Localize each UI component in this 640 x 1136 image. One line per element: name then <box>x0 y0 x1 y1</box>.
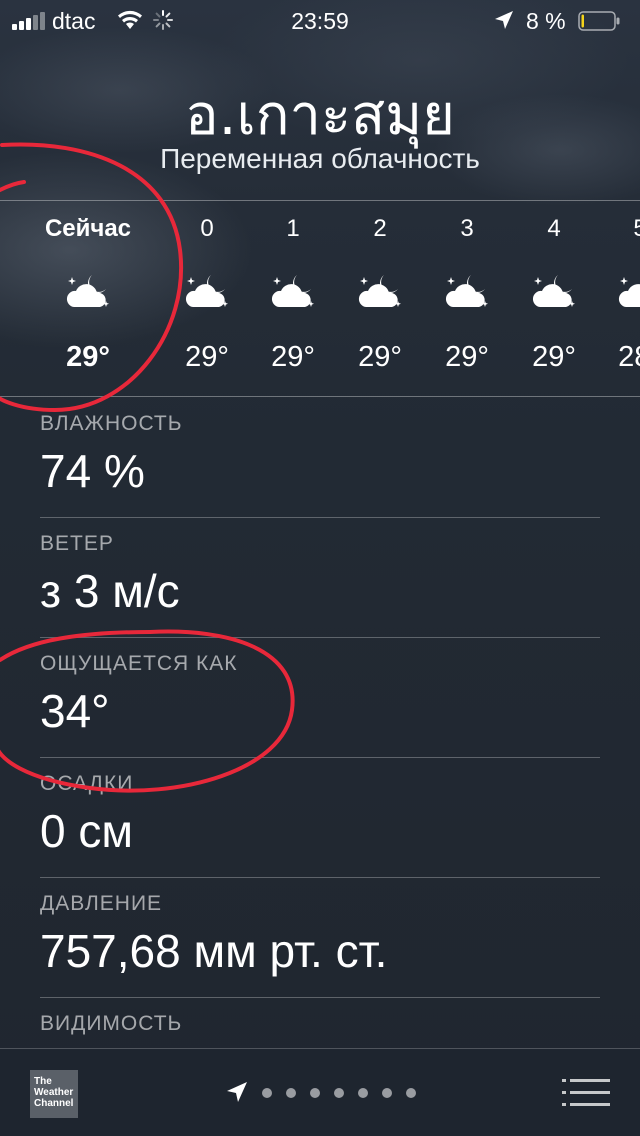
partly-cloudy-night-icon <box>271 275 314 307</box>
hour-temperature: 29° <box>445 341 489 373</box>
battery-icon <box>578 11 620 31</box>
page-dot[interactable] <box>334 1088 344 1098</box>
weather-screen: dtac 23:59 8 % อ.เกาะสมุย Переменная обл… <box>0 0 640 1136</box>
detail-value: 757,68 мм рт. ст. <box>40 925 388 977</box>
detail-row: ВЛАЖНОСТЬ 74 % <box>40 398 600 518</box>
page-dot[interactable] <box>382 1088 392 1098</box>
hour-label: 0 <box>200 215 214 242</box>
page-dot[interactable] <box>406 1088 416 1098</box>
weather-condition: Переменная облачность <box>160 143 480 174</box>
hour-temperature: 29° <box>66 341 110 373</box>
hour-temperature: 29° <box>185 341 229 373</box>
partly-cloudy-night-icon <box>66 275 109 307</box>
logo-line-3: Channel <box>34 1098 74 1109</box>
partly-cloudy-night-icon <box>185 275 228 307</box>
hourly-item: 4 29° <box>506 201 602 396</box>
page-dot[interactable] <box>286 1088 296 1098</box>
detail-value: 0 см <box>40 805 133 857</box>
detail-row: ОЩУЩАЕТСЯ КАК 34° <box>40 638 600 758</box>
hour-label: 5 <box>633 215 640 242</box>
hourly-item: 3 29° <box>419 201 515 396</box>
hour-temperature: 29° <box>532 341 576 373</box>
hourly-item: 5 28° <box>592 201 640 396</box>
logo-line-2: Weather <box>34 1087 74 1098</box>
detail-value: 34° <box>40 685 110 737</box>
hourly-bottom-divider <box>0 396 640 397</box>
detail-row: ОСАДКИ 0 см <box>40 758 600 878</box>
detail-value: 74 % <box>40 445 145 497</box>
detail-value: з 3 м/с <box>40 565 180 617</box>
status-bar: dtac 23:59 8 % <box>0 0 640 40</box>
location-arrow-icon[interactable] <box>226 1081 248 1103</box>
partly-cloudy-night-icon <box>618 277 640 307</box>
logo-line-1: The <box>34 1076 52 1087</box>
detail-label: ДАВЛЕНИЕ <box>40 892 163 915</box>
detail-label: ВЛАЖНОСТЬ <box>40 412 183 435</box>
partly-cloudy-night-icon <box>532 275 575 307</box>
detail-label: ВИДИМОСТЬ <box>40 1012 183 1035</box>
hour-label: 4 <box>547 215 561 242</box>
page-dot[interactable] <box>262 1088 272 1098</box>
hour-label: 3 <box>460 215 474 242</box>
hour-label: 1 <box>286 215 300 242</box>
detail-row: ВЕТЕР з 3 м/с <box>40 518 600 638</box>
page-dot[interactable] <box>358 1088 368 1098</box>
battery-percent: 8 % <box>526 8 566 34</box>
detail-label: ВЕТЕР <box>40 532 114 555</box>
hourly-forecast[interactable]: Сейчас 29° 0 29° 1 29° 2 29° 3 29° 4 29° 5 28° <box>0 201 640 396</box>
page-dot[interactable] <box>310 1088 320 1098</box>
list-icon[interactable] <box>562 1077 610 1109</box>
hourly-item: 0 29° <box>159 201 255 396</box>
bottom-toolbar: The Weather Channel <box>0 1048 640 1136</box>
weather-channel-logo-icon[interactable]: The Weather Channel <box>30 1070 78 1118</box>
hour-temperature: 29° <box>271 341 315 373</box>
location-arrow-icon <box>495 11 513 29</box>
hour-label: Сейчас <box>44 215 132 242</box>
hour-temperature: 29° <box>358 341 402 373</box>
detail-label: ОЩУЩАЕТСЯ КАК <box>40 652 238 675</box>
hour-temperature: 28° <box>618 341 640 373</box>
hourly-item: 1 29° <box>245 201 341 396</box>
detail-label: ОСАДКИ <box>40 772 134 795</box>
partly-cloudy-night-icon <box>358 275 401 307</box>
hourly-item: Сейчас 29° <box>0 201 176 396</box>
detail-row: ДАВЛЕНИЕ 757,68 мм рт. ст. <box>40 878 600 998</box>
hourly-item: 2 29° <box>332 201 428 396</box>
hour-label: 2 <box>373 215 387 242</box>
partly-cloudy-night-icon <box>445 275 488 307</box>
